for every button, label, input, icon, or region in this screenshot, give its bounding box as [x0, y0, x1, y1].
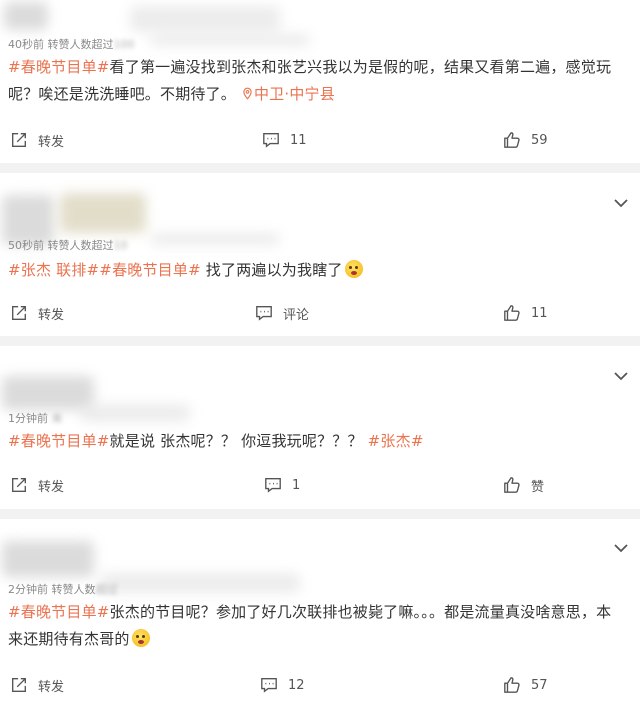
- like-count: 59: [531, 132, 548, 148]
- chevron-down-icon[interactable]: [614, 198, 628, 208]
- repost-button[interactable]: 转发: [10, 473, 64, 497]
- repost-label: 转发: [38, 134, 65, 150]
- avatar-blurred: [2, 541, 94, 577]
- post-card: 40秒前 转赞人数超过100 #春晚节目单#看了第一遍没找到张杰和张艺兴我以为是…: [0, 0, 640, 163]
- location-pin-icon: [243, 87, 252, 100]
- hashtag-link[interactable]: #张杰 联排##春晚节目单#: [8, 261, 201, 279]
- comment-icon: [256, 306, 272, 321]
- like-button[interactable]: 59: [503, 128, 548, 152]
- post-meta: 50秒前 转赞人数超过10: [8, 237, 128, 253]
- post-content: #张杰 联排##春晚节目单# 找了两遍以为我瞎了: [8, 257, 622, 284]
- repost-icon: [12, 478, 26, 492]
- post-text: 找了两遍以为我瞎了: [200, 261, 343, 279]
- post-content: #春晚节目单#看了第一遍没找到张杰和张艺兴我以为是假的呢，结果又看第二遍，感觉玩…: [8, 54, 622, 108]
- post-meta-text: 1分钟前: [8, 412, 48, 425]
- like-label: 赞: [531, 479, 545, 495]
- post-meta-blurred: 超过: [95, 583, 118, 596]
- chevron-down-icon[interactable]: [614, 371, 628, 381]
- username-blurred: [130, 6, 280, 32]
- post-meta: 2分钟前 转赞人数超过: [8, 581, 118, 597]
- post-actions: 转发 评论 11: [0, 301, 640, 325]
- avatar-name-blurred: [4, 2, 48, 30]
- post-card: 50秒前 转赞人数超过10 #张杰 联排##春晚节目单# 找了两遍以为我瞎了 转…: [0, 173, 640, 336]
- repost-button[interactable]: 转发: [10, 128, 64, 152]
- comment-icon: [265, 478, 281, 493]
- post-meta-text: 40秒前 转赞人数超过: [8, 38, 114, 51]
- post-meta-blurred: 10: [113, 239, 128, 252]
- post-card: 1分钟前 来 #春晚节目单#就是说 张杰呢？？ 你逗我玩呢？？？ #张杰# 转发…: [0, 346, 640, 509]
- repost-label: 转发: [38, 679, 65, 695]
- like-button[interactable]: 57: [503, 673, 548, 697]
- username-blurred: [80, 404, 190, 422]
- crying-face-emoji: [131, 629, 150, 647]
- post-content: #春晚节目单#就是说 张杰呢？？ 你逗我玩呢？？？ #张杰#: [8, 428, 622, 455]
- hashtag-link[interactable]: #张杰#: [368, 432, 424, 450]
- comment-button[interactable]: 11: [262, 128, 307, 152]
- repost-icon: [12, 678, 26, 692]
- comment-count: 11: [290, 132, 307, 148]
- like-button[interactable]: 11: [503, 301, 548, 325]
- post-actions: 转发 12 57: [0, 673, 640, 697]
- username-blurred: [100, 573, 300, 593]
- location-link[interactable]: 中卫·中宁县: [241, 85, 335, 103]
- repost-label: 转发: [38, 307, 65, 323]
- post-text: 就是说 张杰呢？？ 你逗我玩呢？？？: [109, 432, 368, 450]
- hashtag-link[interactable]: #春晚节目单#: [8, 432, 110, 450]
- post-meta: 40秒前 转赞人数超过100: [8, 36, 135, 52]
- repost-icon: [12, 133, 26, 147]
- comment-button[interactable]: 评论: [255, 301, 309, 325]
- like-count: 57: [531, 677, 548, 693]
- hashtag-link[interactable]: #春晚节目单#: [8, 603, 110, 621]
- repost-button[interactable]: 转发: [10, 673, 64, 697]
- post-card: 2分钟前 转赞人数超过 #春晚节目单#张杰的节目呢？参加了好几次联排也被毙了嘛。…: [0, 519, 640, 707]
- thumbs-up-icon: [504, 132, 520, 148]
- hashtag-link[interactable]: #春晚节目单#: [8, 58, 110, 76]
- post-meta-text: 50秒前 转赞人数超过: [8, 239, 114, 252]
- thumbs-up-icon: [504, 477, 520, 493]
- avatar-blurred: [2, 376, 94, 410]
- repost-icon: [12, 306, 26, 320]
- post-meta-text: 2分钟前 转赞人数: [8, 583, 96, 596]
- post-content: #春晚节目单#张杰的节目呢？参加了好几次联排也被毙了嘛。。。都是流量真没啥意思，…: [8, 599, 622, 653]
- username-blurred: [150, 34, 310, 46]
- like-button[interactable]: 赞: [503, 473, 544, 497]
- post-meta: 1分钟前 来: [8, 410, 63, 426]
- comment-button[interactable]: 1: [264, 473, 300, 497]
- comment-count: 12: [288, 677, 305, 693]
- like-count: 11: [531, 305, 548, 321]
- comment-count: 1: [292, 477, 301, 493]
- comment-button[interactable]: 12: [260, 673, 305, 697]
- thumbs-up-icon: [504, 305, 520, 321]
- username-blurred: [60, 193, 146, 233]
- comment-icon: [261, 678, 277, 693]
- post-actions: 转发 1 赞: [0, 473, 640, 497]
- comment-icon: [263, 133, 279, 148]
- post-meta-blurred: 100: [113, 38, 135, 51]
- username-blurred: [150, 233, 280, 245]
- post-meta-blurred: 来: [51, 412, 63, 425]
- thumbs-up-icon: [504, 677, 520, 693]
- chevron-down-icon[interactable]: [614, 543, 628, 553]
- post-actions: 转发 11 59: [0, 128, 640, 152]
- comment-label: 评论: [283, 307, 310, 323]
- shocked-face-emoji: [344, 260, 363, 278]
- repost-label: 转发: [38, 479, 65, 495]
- repost-button[interactable]: 转发: [10, 301, 64, 325]
- location-text: 中卫·中宁县: [253, 85, 335, 103]
